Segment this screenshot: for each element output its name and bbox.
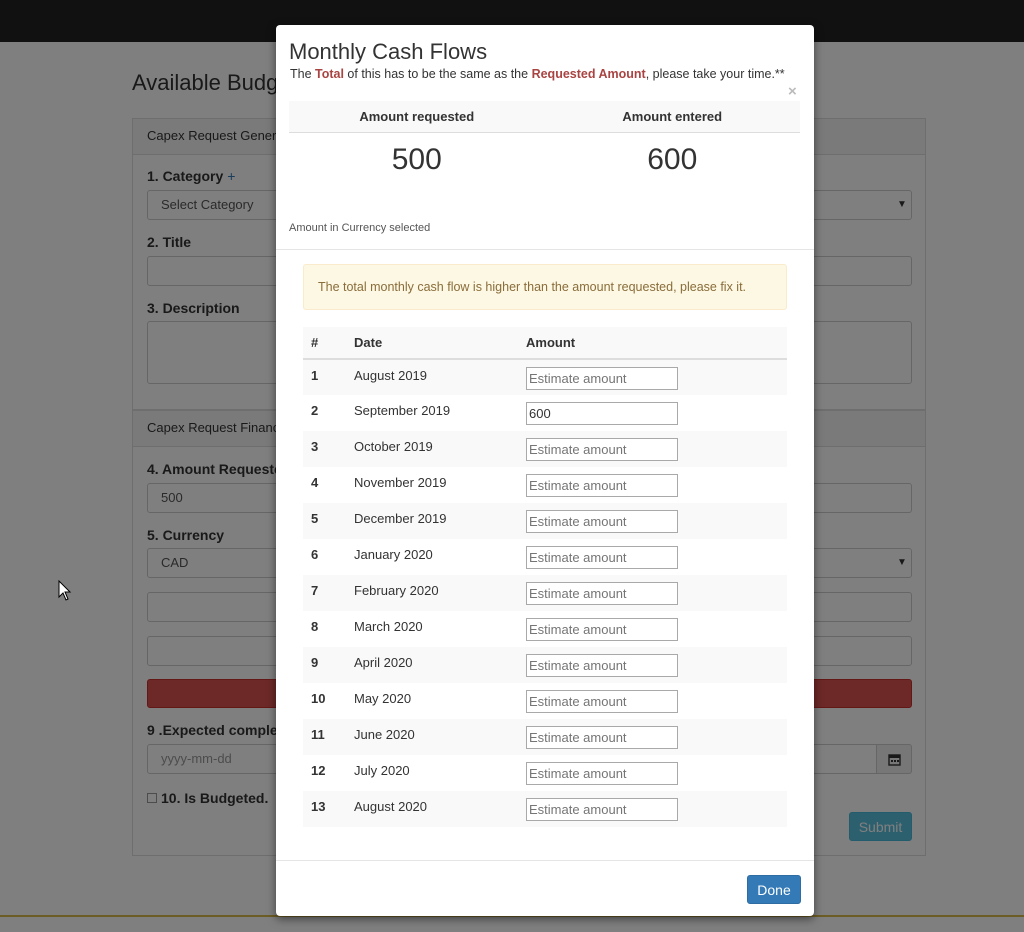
warning-alert: The total monthly cash flow is higher th… xyxy=(303,264,787,310)
row-date: May 2020 xyxy=(354,691,412,706)
row-date: August 2020 xyxy=(346,791,518,827)
done-button[interactable]: Done xyxy=(747,875,801,904)
row-number: 3 xyxy=(303,431,346,467)
table-row: 12 July 2020 xyxy=(303,755,787,791)
estimate-amount-input[interactable] xyxy=(526,654,678,677)
row-amount-cell xyxy=(518,539,787,575)
estimate-amount-input[interactable] xyxy=(526,726,678,749)
table-row: 7 February 2020 xyxy=(303,575,787,611)
row-number: 5 xyxy=(303,503,346,539)
table-row: 9 April 2020 xyxy=(303,647,787,683)
currency-note: Amount in Currency selected xyxy=(289,222,431,234)
row-number: 11 xyxy=(303,719,346,755)
estimate-amount-input[interactable] xyxy=(526,438,678,461)
modal-header-divider xyxy=(276,249,814,250)
row-number: 13 xyxy=(303,791,346,827)
table-row: 3 October 2019 xyxy=(303,431,787,467)
row-amount-cell xyxy=(518,575,787,611)
amount-summary: Amount requested Amount entered 500 600 xyxy=(289,101,800,193)
row-number: 1 xyxy=(303,359,346,395)
row-number: 12 xyxy=(311,763,326,778)
estimate-amount-input[interactable] xyxy=(526,690,678,713)
amount-entered-value: 600 xyxy=(647,143,698,176)
row-number: 4 xyxy=(311,475,319,490)
table-row: 10 May 2020 xyxy=(303,683,787,719)
row-amount-cell xyxy=(518,683,787,719)
row-amount-cell xyxy=(518,359,787,395)
cash-flow-table: # Date Amount 1August 2019 2 September 201… xyxy=(303,327,787,827)
row-number: 10 xyxy=(311,691,326,706)
row-amount-cell xyxy=(518,719,787,755)
row-date: March 2020 xyxy=(354,619,423,634)
estimate-amount-input[interactable] xyxy=(526,762,678,785)
estimate-amount-input[interactable] xyxy=(526,582,678,605)
amount-requested-header: Amount requested xyxy=(359,109,475,124)
row-date: November 2019 xyxy=(354,475,447,490)
row-date: February 2020 xyxy=(346,575,518,611)
estimate-amount-input[interactable] xyxy=(526,546,678,569)
table-row: 5 December 2019 xyxy=(303,503,787,539)
table-row: 13 August 2020 xyxy=(303,791,787,827)
row-amount-cell xyxy=(518,431,787,467)
column-header-date: Date xyxy=(346,327,518,360)
row-amount-cell xyxy=(518,791,787,827)
column-header-amount: Amount xyxy=(518,327,787,360)
row-number: 9 xyxy=(303,647,346,683)
cash-flow-modal: Monthly Cash Flows The Total of this has… xyxy=(276,25,814,916)
row-date: January 2020 xyxy=(354,547,433,562)
row-date: October 2019 xyxy=(346,431,518,467)
row-number: 6 xyxy=(311,547,319,562)
estimate-amount-input[interactable] xyxy=(526,474,678,497)
table-row: 4 November 2019 xyxy=(303,467,787,503)
row-number: 8 xyxy=(311,619,319,634)
row-date: July 2020 xyxy=(354,763,410,778)
close-icon[interactable]: × xyxy=(788,83,797,100)
row-amount-cell xyxy=(518,611,787,647)
amount-entered-header: Amount entered xyxy=(622,109,723,124)
table-row: 11 June 2020 xyxy=(303,719,787,755)
row-amount-cell xyxy=(518,503,787,539)
row-date: April 2020 xyxy=(346,647,518,683)
row-number: 2 xyxy=(311,403,319,418)
mouse-cursor-icon xyxy=(58,580,72,601)
column-header-num: # xyxy=(303,327,346,360)
table-row: 2 September 2019 xyxy=(303,395,787,431)
table-row: 8 March 2020 xyxy=(303,611,787,647)
row-date: December 2019 xyxy=(346,503,518,539)
estimate-amount-input[interactable] xyxy=(526,510,678,533)
modal-instruction: The Total of this has to be the same as … xyxy=(290,67,785,81)
row-amount-cell xyxy=(518,467,787,503)
estimate-amount-input[interactable] xyxy=(526,367,678,390)
row-date: June 2020 xyxy=(346,719,518,755)
estimate-amount-input[interactable] xyxy=(526,618,678,641)
table-row: 6 January 2020 xyxy=(303,539,787,575)
estimate-amount-input[interactable] xyxy=(526,402,678,425)
row-amount-cell xyxy=(518,395,787,431)
row-amount-cell xyxy=(518,755,787,791)
row-date: August 2019 xyxy=(346,359,518,395)
row-date: September 2019 xyxy=(354,403,451,418)
row-number: 7 xyxy=(303,575,346,611)
amount-requested-value: 500 xyxy=(391,143,442,176)
row-amount-cell xyxy=(518,647,787,683)
modal-footer-divider xyxy=(276,860,814,861)
modal-title: Monthly Cash Flows xyxy=(289,39,488,64)
table-row: 1 August 2019 xyxy=(303,359,787,395)
estimate-amount-input[interactable] xyxy=(526,798,678,821)
